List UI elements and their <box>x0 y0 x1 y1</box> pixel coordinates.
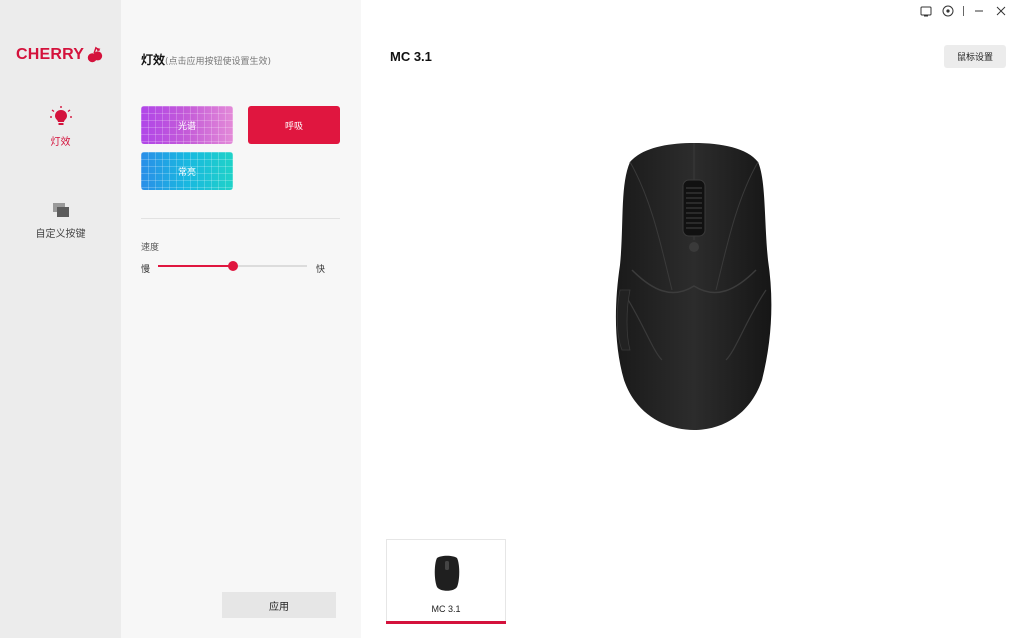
device-card-label: MC 3.1 <box>431 604 461 614</box>
window-mode-icon[interactable] <box>915 4 937 18</box>
device-card[interactable]: MC 3.1 <box>386 539 506 624</box>
effect-label: 光谱 <box>177 121 196 132</box>
speed-fast-label: 快 <box>316 265 326 275</box>
cherry-logo: CHERRY <box>16 46 104 64</box>
speed-slider-thumb[interactable] <box>227 261 238 271</box>
device-card-selected-indicator <box>386 621 506 624</box>
cherry-logo-icon <box>87 46 103 63</box>
device-title: MC 3.1 <box>390 49 432 64</box>
keys-icon <box>52 203 69 217</box>
close-icon[interactable] <box>990 4 1012 18</box>
apply-button[interactable]: 应用 <box>222 592 336 618</box>
speed-slider[interactable] <box>158 261 307 271</box>
effect-static-button[interactable]: 常亮 <box>141 152 233 190</box>
sidebar: CHERRY 灯效 自定义按键 <box>0 0 121 638</box>
window-controls-separator <box>963 6 964 16</box>
bulb-icon <box>49 106 72 125</box>
mouse-thumbnail <box>434 555 460 591</box>
panel-hint: (点击应用按钮使设置生效) <box>165 57 272 67</box>
effect-label: 常亮 <box>177 167 196 178</box>
minimize-icon[interactable] <box>968 4 990 18</box>
sidebar-item-label: 自定义按键 <box>35 229 86 240</box>
effect-label: 呼吸 <box>284 121 303 132</box>
speed-slider-fill <box>158 265 233 267</box>
logo-text: CHERRY <box>16 46 85 63</box>
panel-title: 灯效(点击应用按钮使设置生效) <box>141 51 271 68</box>
divider <box>141 218 340 219</box>
sidebar-item-lighting[interactable]: 灯效 <box>0 106 121 149</box>
settings-circle-icon[interactable] <box>937 4 959 18</box>
speed-label: 速度 <box>141 243 160 253</box>
window-controls <box>915 4 1012 18</box>
panel-title-text: 灯效 <box>141 53 166 67</box>
mouse-settings-button[interactable]: 鼠标设置 <box>944 45 1006 68</box>
sidebar-item-label: 灯效 <box>50 137 71 148</box>
sidebar-item-custom-keys[interactable]: 自定义按键 <box>0 202 121 241</box>
mouse-image <box>615 143 772 430</box>
effect-breathing-button[interactable]: 呼吸 <box>248 106 340 144</box>
lighting-panel: 灯效(点击应用按钮使设置生效) 光谱 呼吸 常亮 速度 慢 快 应用 <box>121 0 361 638</box>
speed-slow-label: 慢 <box>141 265 151 275</box>
effect-spectrum-button[interactable]: 光谱 <box>141 106 233 144</box>
